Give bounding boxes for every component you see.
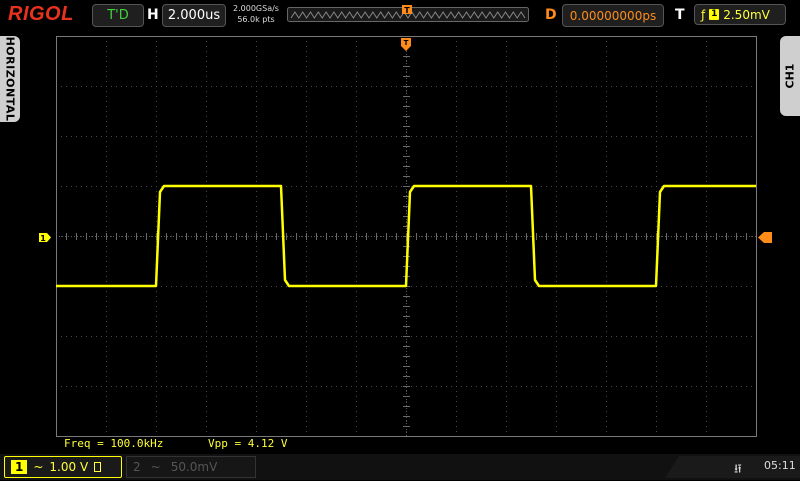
- ch1-offset-marker: 1: [39, 233, 51, 243]
- ch1-marker-number: 1: [40, 234, 46, 243]
- ch2-coupling-icon: ~: [150, 460, 161, 474]
- scope-display: T 1: [39, 36, 772, 437]
- ch1-number: 1: [11, 460, 28, 474]
- ch1-settings-tab[interactable]: 1 ~ 1.00 V: [4, 456, 122, 478]
- trigger-level-marker: [758, 232, 772, 243]
- ac-coupling-icon: ~: [33, 460, 44, 474]
- usb-icon: ⭿: [734, 462, 742, 476]
- ch2-settings-tab[interactable]: 2 ~ 50.0mV: [126, 456, 256, 478]
- freq-measurement: Freq = 100.0kHz: [64, 437, 164, 450]
- trigger-position-icon: T: [401, 38, 411, 51]
- graticule: [56, 36, 757, 437]
- ch2-scale: 50.0mV: [170, 460, 218, 474]
- ch2-number: 2: [133, 460, 141, 474]
- system-clock: 05:11: [764, 459, 796, 472]
- ch1-scale: 1.00 V: [49, 460, 89, 474]
- vpp-measurement: Vpp = 4.12 V: [208, 437, 288, 450]
- trigger-position-letter: T: [404, 39, 409, 47]
- bandwidth-limit-icon: [94, 462, 102, 472]
